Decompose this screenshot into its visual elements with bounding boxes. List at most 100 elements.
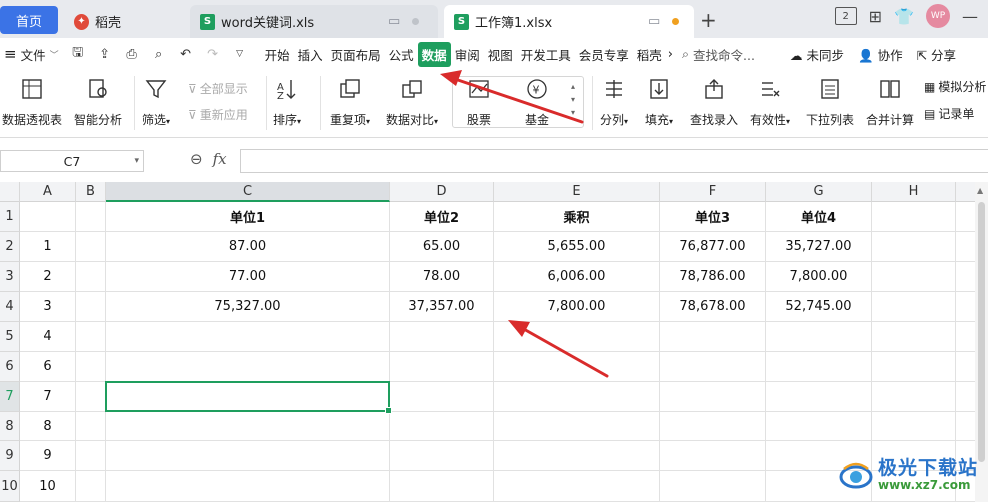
chevron-down-icon[interactable]: ﹀ [50,48,59,61]
cell-d4[interactable]: 37,357.00 [390,292,494,322]
menu-data[interactable]: 数据 [417,41,451,67]
column-header-e[interactable]: E [494,182,660,202]
select-all-corner[interactable] [0,182,20,202]
cell-c4[interactable]: 75,327.00 [106,292,390,322]
cell-f7[interactable] [660,382,766,412]
compare-button[interactable]: 数据对比▾ [386,76,438,128]
column-header-a[interactable]: A [20,182,76,202]
selected-cell-c7[interactable] [105,381,392,414]
cell-d10[interactable] [390,471,494,502]
stock-button[interactable]: 股票 [466,76,492,128]
cell-f4[interactable]: 78,678.00 [660,292,766,322]
cell-e2[interactable]: 5,655.00 [494,232,660,262]
undo-icon[interactable]: ↶ [177,45,195,63]
menu-start[interactable]: 开始 [261,42,294,67]
cell-b7[interactable] [76,382,106,412]
save-icon[interactable]: 🖫 [69,45,87,63]
row-header-7[interactable]: 7 [0,382,20,412]
cell-c5[interactable] [106,322,390,352]
sort-button[interactable]: AZ 排序▾ [273,76,301,128]
cell-e8[interactable] [494,412,660,441]
cell-g1[interactable]: 单位4 [766,202,872,232]
cell-d8[interactable] [390,412,494,441]
cell-g4[interactable]: 52,745.00 [766,292,872,322]
menu-devtools[interactable]: 开发工具 [517,42,575,67]
cell-g3[interactable]: 7,800.00 [766,262,872,292]
cell-i6[interactable] [956,352,975,382]
cell-f1[interactable]: 单位3 [660,202,766,232]
cell-a1[interactable] [20,202,76,232]
new-tab-button[interactable]: + [700,8,717,32]
column-header-b[interactable]: B [76,182,106,202]
preview-icon[interactable]: ⌕ [150,45,168,63]
minimize-icon[interactable]: — [962,7,988,26]
cell-e9[interactable] [494,441,660,471]
share-button[interactable]: ⇱ 分享 [917,45,956,64]
cell-g2[interactable]: 35,727.00 [766,232,872,262]
cell-c8[interactable] [106,412,390,441]
cell-e3[interactable]: 6,006.00 [494,262,660,292]
export-icon[interactable]: ⇪ [96,45,114,63]
cell-i8[interactable] [956,412,975,441]
duplicates-button[interactable]: 重复项▾ [330,76,370,128]
cell-e5[interactable] [494,322,660,352]
redo-icon[interactable]: ↷ [204,45,222,63]
cell-c9[interactable] [106,441,390,471]
menu-formula[interactable]: 公式 [385,42,418,67]
cell-b5[interactable] [76,322,106,352]
grid-icon[interactable]: ⊞ [869,7,882,26]
avatar[interactable]: WP [926,4,950,28]
cell-c3[interactable]: 77.00 [106,262,390,292]
cell-f9[interactable] [660,441,766,471]
menu-daoke[interactable]: 稻壳 [633,42,666,67]
cell-d3[interactable]: 78.00 [390,262,494,292]
cell-d1[interactable]: 单位2 [390,202,494,232]
simulate-analysis-button[interactable]: ▦ 模拟分析 [924,78,986,95]
gallery-scroll[interactable]: ▴ ▾ ▾ [571,80,575,119]
column-header-c[interactable]: C [106,182,390,202]
column-header-d[interactable]: D [390,182,494,202]
cell-b4[interactable] [76,292,106,322]
tab-active-file[interactable]: S 工作簿1.xlsx ▭ [444,5,694,38]
skin-icon[interactable]: 👕 [894,7,914,26]
cell-g8[interactable] [766,412,872,441]
merge-calc-button[interactable]: 合并计算 [866,76,914,128]
cell-i7[interactable] [956,382,975,412]
chevron-right-icon[interactable]: › [668,47,673,62]
cell-e4[interactable]: 7,800.00 [494,292,660,322]
cell-i4[interactable] [956,292,975,322]
cell-f10[interactable] [660,471,766,502]
cell-a3[interactable]: 2 [20,262,76,292]
filter-button[interactable]: 筛选▾ [142,76,170,128]
cell-e10[interactable] [494,471,660,502]
cell-i3[interactable] [956,262,975,292]
cell-d2[interactable]: 65.00 [390,232,494,262]
cell-g6[interactable] [766,352,872,382]
cell-f8[interactable] [660,412,766,441]
cell-i1[interactable] [956,202,975,232]
row-header-1[interactable]: 1 [0,202,20,232]
cell-c2[interactable]: 87.00 [106,232,390,262]
column-header-h[interactable]: H [872,182,956,202]
cell-h6[interactable] [872,352,956,382]
cell-h1[interactable] [872,202,956,232]
cell-d5[interactable] [390,322,494,352]
row-header-5[interactable]: 5 [0,322,20,352]
row-header-4[interactable]: 4 [0,292,20,322]
monitor-icon[interactable]: ▭ [648,14,660,29]
cell-h7[interactable] [872,382,956,412]
cell-a9[interactable]: 9 [20,441,76,471]
menu-member[interactable]: 会员专享 [575,42,633,67]
cell-f2[interactable]: 76,877.00 [660,232,766,262]
menu-insert[interactable]: 插入 [294,42,327,67]
file-menu[interactable]: 文件 [21,45,46,64]
row-header-10[interactable]: 10 [0,471,20,502]
name-box[interactable]: C7 ▾ [0,150,144,172]
menu-review[interactable]: 审阅 [451,42,484,67]
cell-b8[interactable] [76,412,106,441]
cell-b3[interactable] [76,262,106,292]
show-all-button[interactable]: ⊽ 全部显示 [188,80,248,97]
scroll-up-icon[interactable]: ▲ [977,186,983,195]
cell-f3[interactable]: 78,786.00 [660,262,766,292]
formula-input[interactable] [240,149,988,173]
